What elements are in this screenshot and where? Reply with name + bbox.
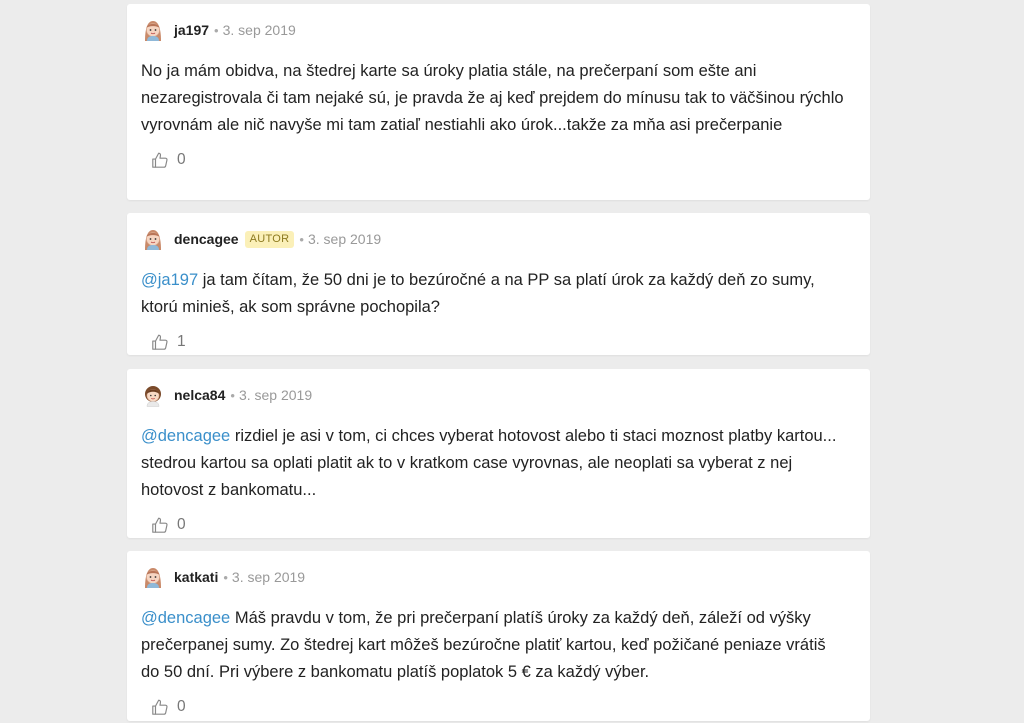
comment-card: nelca84 • 3. sep 2019 @dencagee rizdiel … xyxy=(127,369,870,538)
author-badge: AUTOR xyxy=(244,230,295,248)
thumbs-up-icon xyxy=(152,517,168,533)
user-mention-link[interactable]: @dencagee xyxy=(141,427,230,445)
separator-dot: • xyxy=(230,387,235,403)
username[interactable]: dencagee xyxy=(174,231,239,247)
thumbs-up-icon xyxy=(152,152,168,168)
comment-card: katkati • 3. sep 2019 @dencagee Máš prav… xyxy=(127,551,870,721)
separator-dot: • xyxy=(223,569,228,585)
comment-header: katkati • 3. sep 2019 xyxy=(141,565,856,589)
username[interactable]: katkati xyxy=(174,569,218,585)
like-button[interactable]: 0 xyxy=(151,514,856,536)
thumbs-up-icon xyxy=(152,699,168,715)
comment-text: @ja197 ja tam čítam, že 50 dni je to bez… xyxy=(141,267,848,321)
like-count: 1 xyxy=(177,333,186,350)
girl-avatar-icon[interactable] xyxy=(141,18,165,42)
girl-avatar-icon[interactable] xyxy=(141,565,165,589)
comment-text: @dencagee rizdiel je asi v tom, ci chces… xyxy=(141,423,848,504)
comment-date: 3. sep 2019 xyxy=(222,22,296,38)
comment-body-text: rizdiel je asi v tom, ci chces vyberat h… xyxy=(141,427,837,499)
comment-header: dencagee AUTOR • 3. sep 2019 xyxy=(141,227,856,251)
comment-date: 3. sep 2019 xyxy=(231,569,306,585)
comment-date: 3. sep 2019 xyxy=(307,231,382,247)
separator-dot: • xyxy=(299,231,304,247)
like-button[interactable]: 0 xyxy=(151,696,856,718)
separator-dot: • xyxy=(214,22,219,38)
like-count: 0 xyxy=(177,151,186,168)
like-button[interactable]: 0 xyxy=(151,149,856,171)
comment-body-text: No ja mám obidva, na štedrej karte sa úr… xyxy=(141,62,844,134)
like-count: 0 xyxy=(177,698,186,715)
girl-avatar-icon[interactable] xyxy=(141,227,165,251)
comment-body-text: Máš pravdu v tom, že pri prečerpaní plat… xyxy=(141,609,826,681)
comment-header: nelca84 • 3. sep 2019 xyxy=(141,383,856,407)
username[interactable]: ja197 xyxy=(174,22,209,38)
comment-card: dencagee AUTOR • 3. sep 2019 @ja197 ja t… xyxy=(127,213,870,355)
woman-avatar-icon[interactable] xyxy=(141,383,165,407)
user-mention-link[interactable]: @dencagee xyxy=(141,609,230,627)
comment-card: ja197 • 3. sep 2019 No ja mám obidva, na… xyxy=(127,4,870,200)
comment-text: @dencagee Máš pravdu v tom, že pri preče… xyxy=(141,605,848,686)
comment-header: ja197 • 3. sep 2019 xyxy=(141,18,856,42)
like-button[interactable]: 1 xyxy=(151,331,856,353)
comment-body-text: ja tam čítam, že 50 dni je to bezúročné … xyxy=(141,271,815,316)
username[interactable]: nelca84 xyxy=(174,387,225,403)
comment-date: 3. sep 2019 xyxy=(238,387,313,403)
thumbs-up-icon xyxy=(152,334,168,350)
user-mention-link[interactable]: @ja197 xyxy=(141,271,198,289)
comment-text: No ja mám obidva, na štedrej karte sa úr… xyxy=(141,58,848,139)
like-count: 0 xyxy=(177,516,186,533)
